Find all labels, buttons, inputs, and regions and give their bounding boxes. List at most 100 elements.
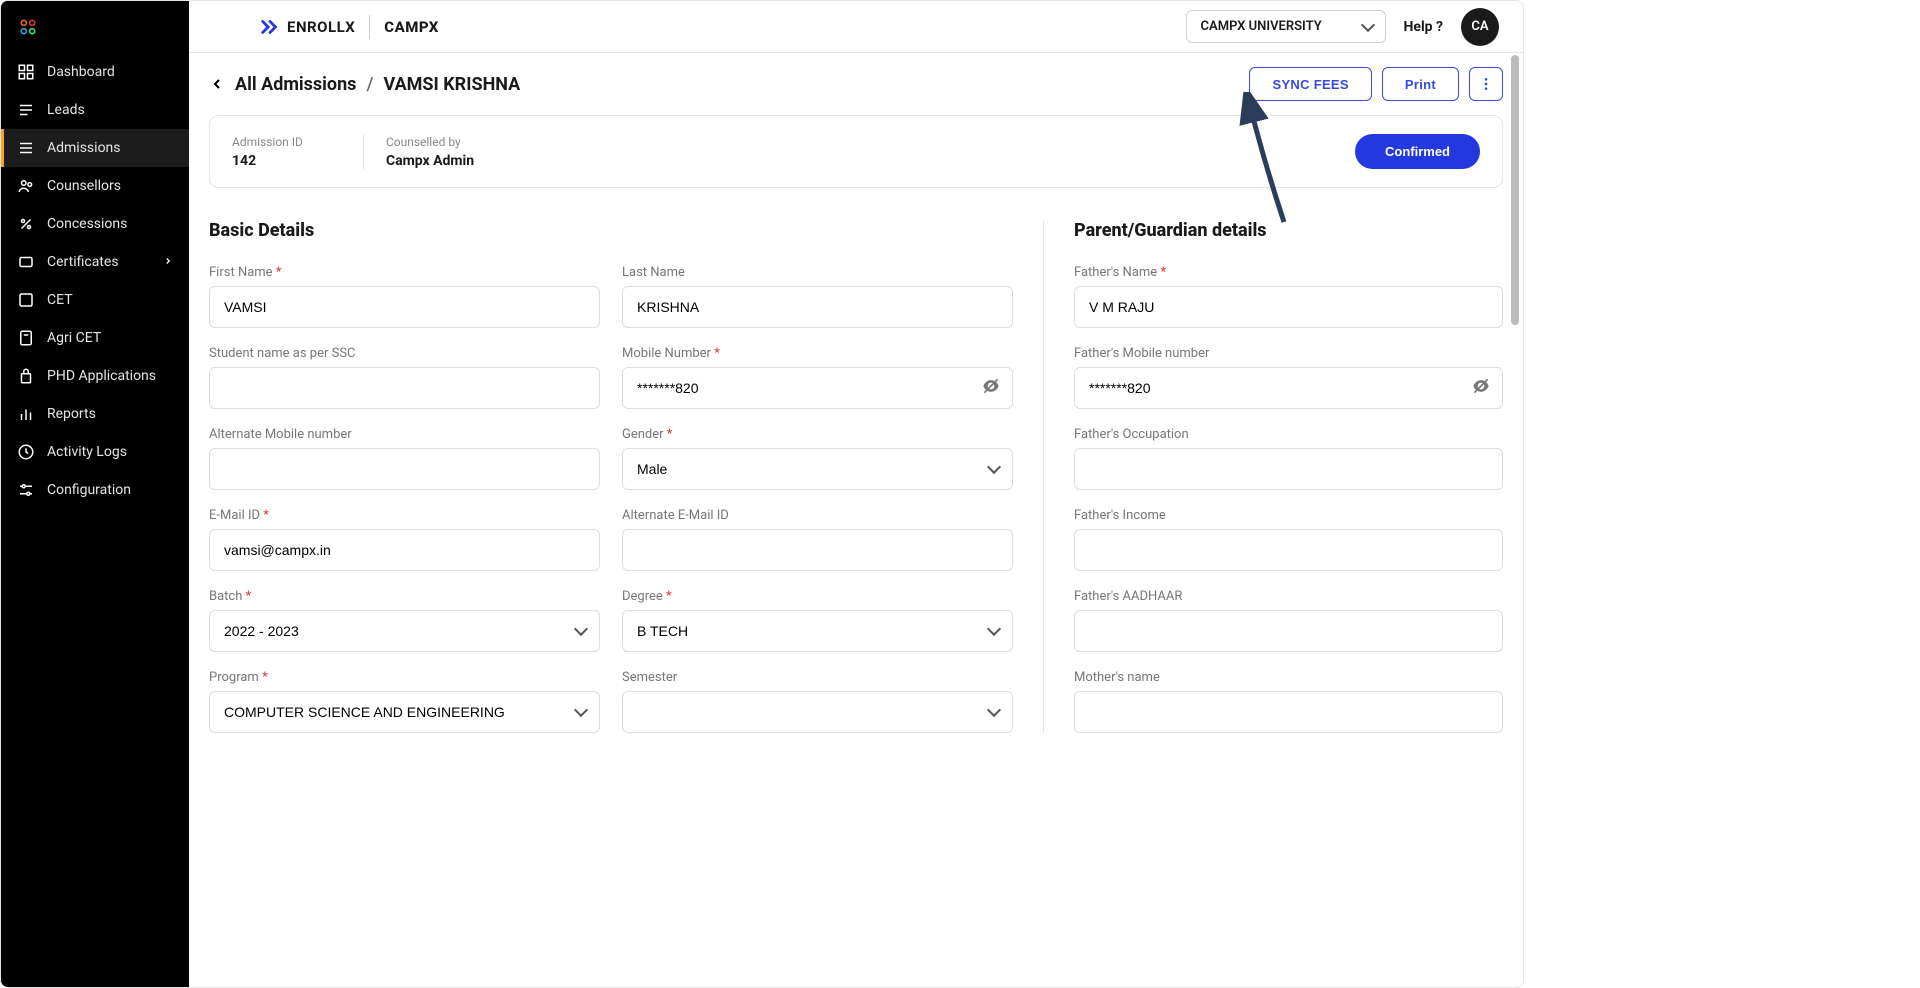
sidebar-item-reports[interactable]: Reports	[1, 395, 189, 433]
activity-icon	[17, 443, 35, 461]
basic-details-title: Basic Details	[209, 220, 1013, 241]
degree-select[interactable]	[622, 610, 1013, 652]
sidebar-item-label: Admissions	[47, 140, 121, 156]
email-label: E-Mail ID *	[209, 508, 600, 523]
status-confirmed-button[interactable]: Confirmed	[1355, 134, 1480, 169]
tenant-select[interactable]: CAMPX UNIVERSITY	[1186, 10, 1386, 43]
sidebar-item-concessions[interactable]: Concessions	[1, 205, 189, 243]
leads-icon	[17, 101, 35, 119]
sidebar-item-label: Certificates	[47, 254, 119, 270]
sidebar-item-configuration[interactable]: Configuration	[1, 471, 189, 509]
sidebar-item-leads[interactable]: Leads	[1, 91, 189, 129]
admission-id-label: Admission ID	[232, 135, 303, 149]
first-name-input[interactable]	[209, 286, 600, 328]
admission-summary-card: Admission ID 142 Counselled by Campx Adm…	[209, 115, 1503, 188]
parent-details-title: Parent/Guardian details	[1074, 220, 1503, 241]
sidebar-item-certificates[interactable]: Certificates	[1, 243, 189, 281]
program-select[interactable]	[209, 691, 600, 733]
alt-mobile-input[interactable]	[209, 448, 600, 490]
sidebar-item-cet[interactable]: CET	[1, 281, 189, 319]
counselled-by-label: Counselled by	[386, 135, 474, 149]
last-name-input[interactable]	[622, 286, 1013, 328]
apps-menu-button[interactable]	[1, 1, 55, 53]
scrollbar-thumb[interactable]	[1511, 55, 1519, 325]
brand-suite-name: CAMPX	[384, 18, 439, 36]
father-mobile-label: Father's Mobile number	[1074, 346, 1503, 361]
chevron-right-icon	[163, 254, 173, 270]
certificates-icon	[17, 253, 35, 271]
brand-app-name: ENROLLX	[287, 18, 355, 36]
sidebar-item-phd[interactable]: PHD Applications	[1, 357, 189, 395]
program-label: Program *	[209, 670, 600, 685]
sidebar-item-dashboard[interactable]: Dashboard	[1, 53, 189, 91]
last-name-label: Last Name	[622, 265, 1013, 280]
father-mobile-toggle-visibility[interactable]	[1471, 376, 1491, 400]
kebab-icon	[1478, 76, 1494, 92]
back-button[interactable]	[209, 76, 225, 92]
admission-id-value: 142	[232, 153, 303, 169]
ssc-name-label: Student name as per SSC	[209, 346, 600, 361]
brand: ENROLLX CAMPX	[259, 15, 439, 39]
breadcrumb-current: VAMSI KRISHNA	[383, 74, 520, 95]
sync-fees-button[interactable]: SYNC FEES	[1249, 67, 1371, 101]
sidebar-item-label: Dashboard	[47, 64, 115, 80]
avatar[interactable]: CA	[1461, 8, 1499, 46]
breadcrumb-parent[interactable]: All Admissions	[235, 74, 356, 95]
help-link[interactable]: Help ?	[1404, 19, 1443, 35]
admission-id-block: Admission ID 142	[232, 135, 303, 169]
print-button[interactable]: Print	[1382, 67, 1459, 101]
config-icon	[17, 481, 35, 499]
father-name-input[interactable]	[1074, 286, 1503, 328]
apps-grid-icon	[18, 17, 38, 37]
gender-select[interactable]	[622, 448, 1013, 490]
sidebar-item-label: Counsellors	[47, 178, 121, 194]
chevron-left-icon	[209, 76, 225, 92]
more-actions-button[interactable]	[1469, 67, 1503, 101]
dashboard-icon	[17, 63, 35, 81]
concessions-icon	[17, 215, 35, 233]
father-income-label: Father's Income	[1074, 508, 1503, 523]
alt-mobile-label: Alternate Mobile number	[209, 427, 600, 442]
sidebar-item-agri-cet[interactable]: Agri CET	[1, 319, 189, 357]
ssc-name-input[interactable]	[209, 367, 600, 409]
breadcrumb: All Admissions / VAMSI KRISHNA	[209, 74, 520, 95]
sidebar-item-label: Leads	[47, 102, 85, 118]
batch-label: Batch *	[209, 589, 600, 604]
cet-icon	[17, 291, 35, 309]
sidebar-item-counsellors[interactable]: Counsellors	[1, 167, 189, 205]
mobile-toggle-visibility[interactable]	[981, 376, 1001, 400]
batch-select[interactable]	[209, 610, 600, 652]
sidebar-item-label: Configuration	[47, 482, 131, 498]
sidebar-item-label: Agri CET	[47, 330, 101, 346]
father-occupation-input[interactable]	[1074, 448, 1503, 490]
sidebar-item-label: Concessions	[47, 216, 127, 232]
father-income-input[interactable]	[1074, 529, 1503, 571]
sidebar-item-label: Activity Logs	[47, 444, 127, 460]
mother-name-input[interactable]	[1074, 691, 1503, 733]
agri-cet-icon	[17, 329, 35, 347]
counselled-by-block: Counselled by Campx Admin	[363, 135, 474, 169]
degree-label: Degree *	[622, 589, 1013, 604]
sidebar-item-label: CET	[47, 292, 73, 308]
eye-off-icon	[981, 376, 1001, 396]
first-name-label: First Name *	[209, 265, 600, 280]
admissions-icon	[17, 139, 35, 157]
breadcrumb-separator: /	[366, 74, 373, 95]
alt-email-label: Alternate E-Mail ID	[622, 508, 1013, 523]
scrollbar[interactable]	[1511, 55, 1521, 985]
header: ENROLLX CAMPX CAMPX UNIVERSITY Help ? CA	[189, 1, 1523, 53]
mobile-input[interactable]	[622, 367, 1013, 409]
sidebar-item-admissions[interactable]: Admissions	[1, 129, 189, 167]
brand-arrows-icon	[259, 16, 281, 38]
counsellors-icon	[17, 177, 35, 195]
sidebar-item-activity-logs[interactable]: Activity Logs	[1, 433, 189, 471]
father-aadhaar-input[interactable]	[1074, 610, 1503, 652]
father-mobile-input[interactable]	[1074, 367, 1503, 409]
mother-name-label: Mother's name	[1074, 670, 1503, 685]
email-input[interactable]	[209, 529, 600, 571]
father-occupation-label: Father's Occupation	[1074, 427, 1503, 442]
sidebar-item-label: Reports	[47, 406, 96, 422]
mobile-label: Mobile Number *	[622, 346, 1013, 361]
alt-email-input[interactable]	[622, 529, 1013, 571]
semester-select[interactable]	[622, 691, 1013, 733]
